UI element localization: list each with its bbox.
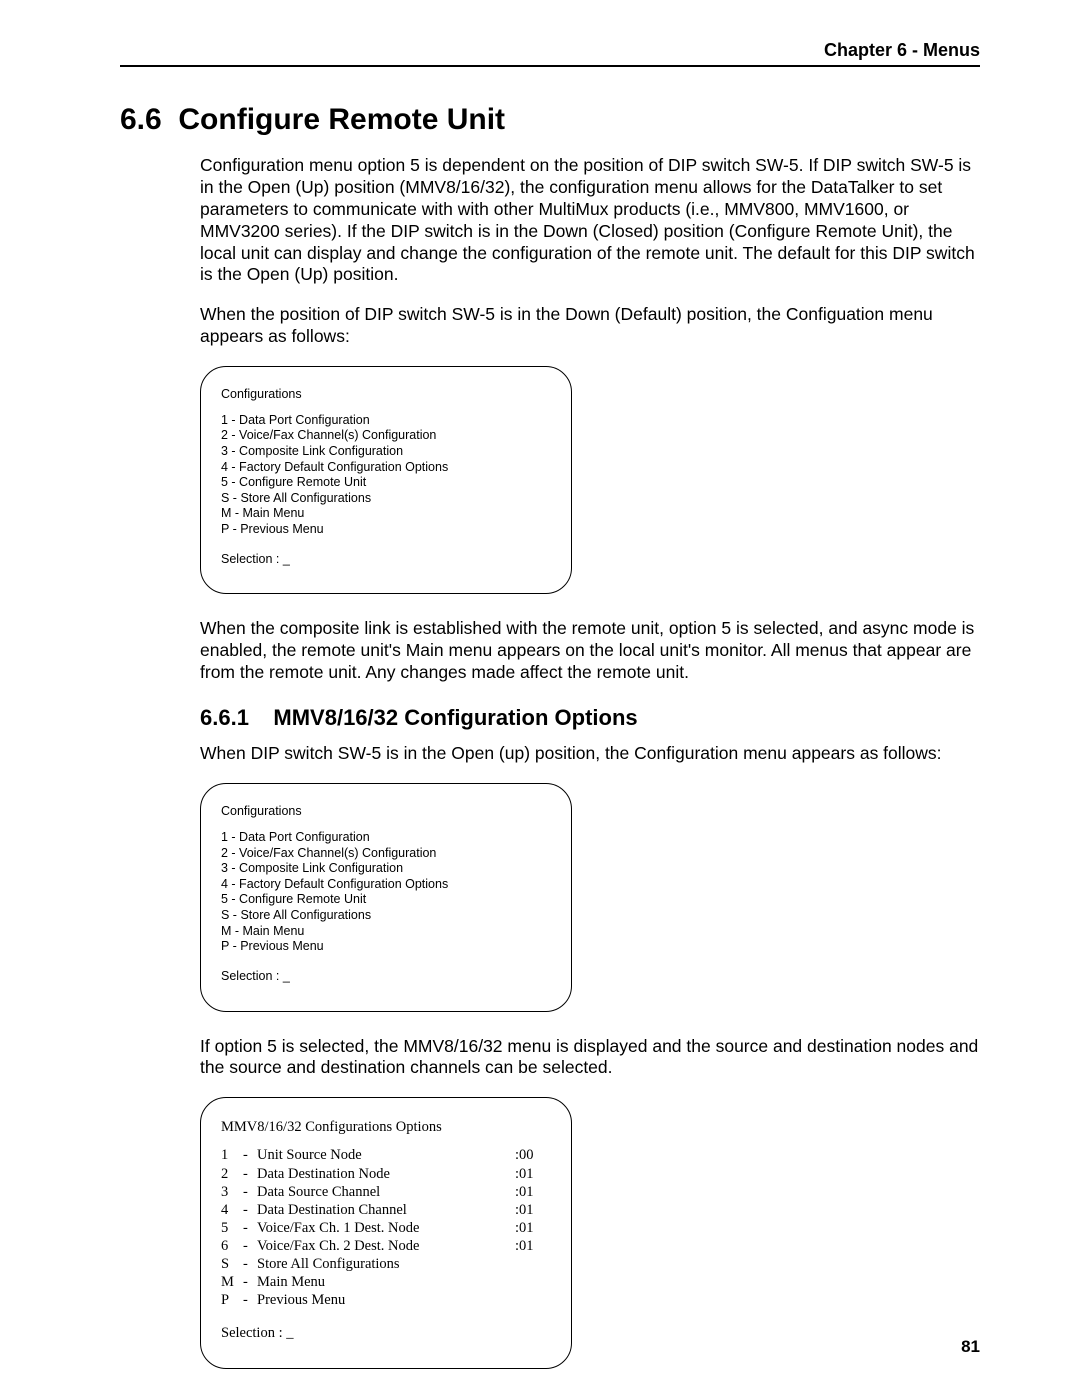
menu-item: 3 - Composite Link Configuration [221,861,551,877]
subsection-number: 6.6.1 [200,705,249,730]
subsection-title: MMV8/16/32 Configuration Options [273,705,637,730]
section-heading: 6.6 Configure Remote Unit [120,103,980,137]
menu-item: 5-Voice/Fax Ch. 1 Dest. Node:01 [221,1219,551,1237]
menu-item: 2-Data Destination Node:01 [221,1165,551,1183]
menu-item: S-Store All Configurations [221,1255,551,1273]
menu-item: 3-Data Source Channel:01 [221,1183,551,1201]
page-number: 81 [961,1337,980,1357]
menu-item: 2 - Voice/Fax Channel(s) Configuration [221,846,551,862]
mmv-menu: MMV8/16/32 Configurations Options 1-Unit… [200,1097,572,1368]
menu-item: P - Previous Menu [221,522,551,538]
menu-item: 6-Voice/Fax Ch. 2 Dest. Node:01 [221,1237,551,1255]
menu-item: 1 - Data Port Configuration [221,413,551,429]
menu-prompt: Selection : _ [221,1324,551,1342]
menu-item: 1 - Data Port Configuration [221,830,551,846]
menu-item: M-Main Menu [221,1273,551,1291]
menu-items: 1 - Data Port Configuration 2 - Voice/Fa… [221,830,551,955]
menu-item: P - Previous Menu [221,939,551,955]
chapter-header: Chapter 6 - Menus [120,40,980,67]
menu-prompt: Selection : _ [221,969,551,985]
section-number: 6.6 [120,103,162,136]
menu-item: 4 - Factory Default Configuration Option… [221,460,551,476]
menu-title: Configurations [221,804,551,820]
menu-item: 4 - Factory Default Configuration Option… [221,877,551,893]
menu-item: 1-Unit Source Node:00 [221,1146,551,1164]
config-menu-1: Configurations 1 - Data Port Configurati… [200,366,572,594]
menu-item: P-Previous Menu [221,1291,551,1309]
subsection-heading: 6.6.1 MMV8/16/32 Configuration Options [200,704,980,732]
menu-items: 1 - Data Port Configuration 2 - Voice/Fa… [221,413,551,538]
body: Configuration menu option 5 is dependent… [200,155,980,1369]
paragraph: If option 5 is selected, the MMV8/16/32 … [200,1036,980,1080]
menu-item: 5 - Configure Remote Unit [221,475,551,491]
menu-items: 1-Unit Source Node:00 2-Data Destination… [221,1146,551,1309]
section-title: Configure Remote Unit [178,103,505,136]
chapter-label: Chapter 6 - Menus [824,40,980,60]
paragraph: When the position of DIP switch SW-5 is … [200,304,980,348]
menu-title: Configurations [221,387,551,403]
menu-item: 5 - Configure Remote Unit [221,892,551,908]
menu-item: M - Main Menu [221,506,551,522]
menu-item: S - Store All Configurations [221,908,551,924]
menu-item: 4-Data Destination Channel:01 [221,1201,551,1219]
page: Chapter 6 - Menus 6.6 Configure Remote U… [0,0,1080,1397]
paragraph: When the composite link is established w… [200,618,980,684]
paragraph: Configuration menu option 5 is dependent… [200,155,980,286]
menu-title: MMV8/16/32 Configurations Options [221,1118,551,1136]
config-menu-2: Configurations 1 - Data Port Configurati… [200,783,572,1011]
paragraph: When DIP switch SW-5 is in the Open (up)… [200,743,980,765]
menu-item: 2 - Voice/Fax Channel(s) Configuration [221,428,551,444]
menu-item: S - Store All Configurations [221,491,551,507]
menu-prompt: Selection : _ [221,552,551,568]
menu-item: M - Main Menu [221,924,551,940]
menu-item: 3 - Composite Link Configuration [221,444,551,460]
